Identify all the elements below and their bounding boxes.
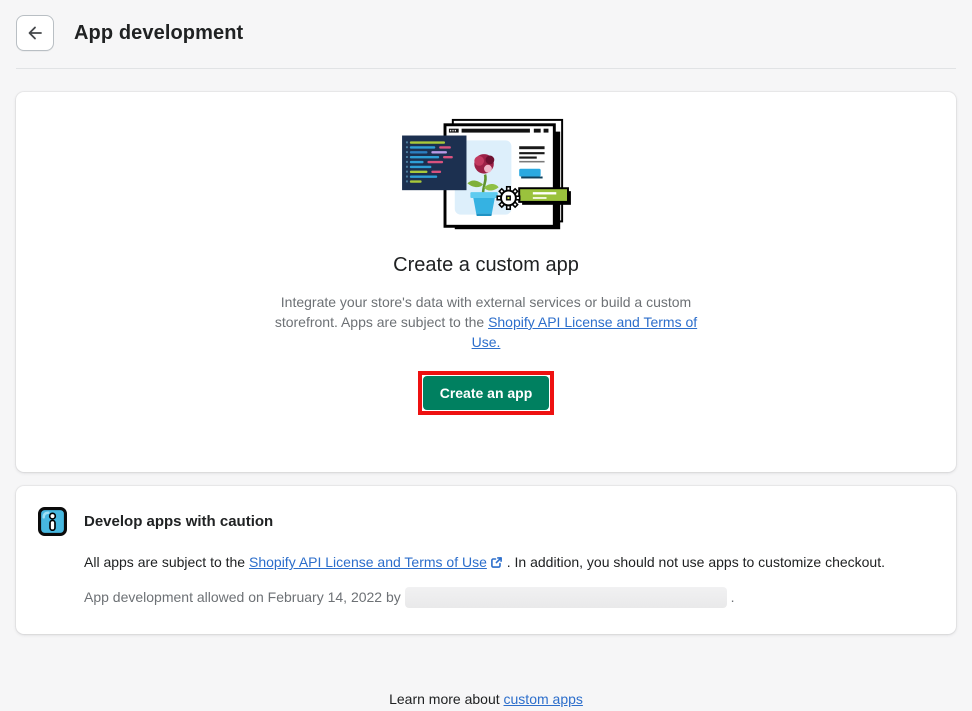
caution-body: All apps are subject to the Shopify API … — [84, 552, 936, 572]
caution-card-header: Develop apps with caution — [38, 507, 936, 536]
info-pixel-icon — [38, 507, 67, 536]
back-button[interactable] — [16, 15, 54, 51]
custom-app-illustration — [396, 116, 576, 238]
allowed-text: App development allowed on February 14, … — [84, 589, 405, 605]
footer-learn-more: Learn more about custom apps — [0, 691, 972, 707]
caution-body-text-after: . In addition, you should not use apps t… — [503, 554, 885, 570]
page-title: App development — [74, 22, 243, 45]
gear-glyph — [497, 187, 519, 209]
app-development-allowed-line: App development allowed on February 14, … — [84, 587, 936, 608]
external-link-icon — [490, 556, 503, 569]
caution-card: Develop apps with caution All apps are s… — [16, 486, 956, 634]
footer-text: Learn more about — [389, 691, 503, 707]
create-app-description: Integrate your store's data with externa… — [261, 292, 711, 352]
caution-title: Develop apps with caution — [84, 513, 273, 530]
custom-apps-link[interactable]: custom apps — [504, 691, 583, 707]
allowed-text-period: . — [731, 589, 735, 605]
arrow-left-icon — [25, 23, 45, 43]
caution-body-text: All apps are subject to the — [84, 554, 249, 570]
create-an-app-button[interactable]: Create an app — [423, 376, 550, 410]
annotation-highlight-box: Create an app — [418, 371, 555, 415]
header-divider — [16, 68, 956, 69]
green-tag — [519, 188, 571, 205]
create-app-card: Create a custom app Integrate your store… — [16, 92, 956, 472]
api-license-link[interactable]: Shopify API License and Terms of Use. — [472, 314, 698, 350]
create-app-heading: Create a custom app — [393, 254, 579, 277]
page-header: App development — [0, 0, 972, 68]
api-license-terms-link[interactable]: Shopify API License and Terms of Use — [249, 554, 487, 570]
redacted-user-identifier — [405, 587, 727, 608]
